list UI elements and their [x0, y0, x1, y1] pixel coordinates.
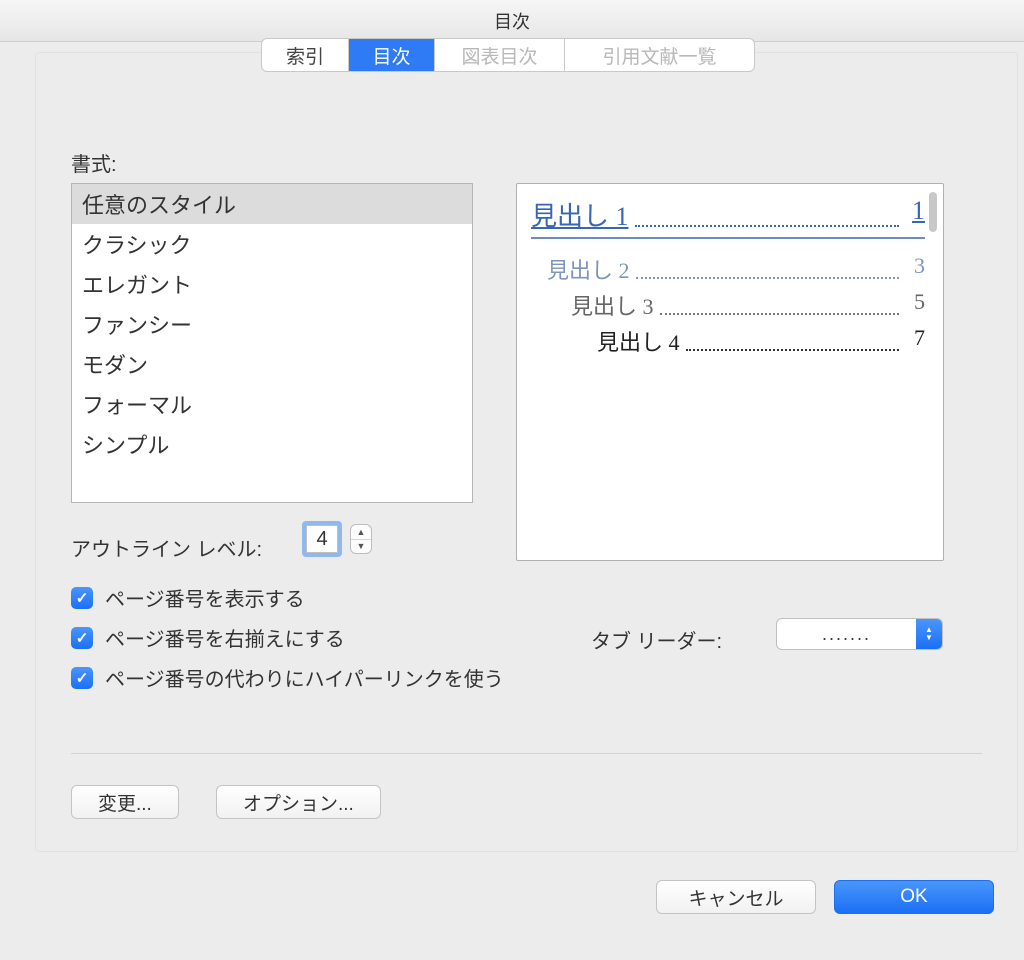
check-icon: ✓: [71, 627, 93, 649]
options-button[interactable]: オプション...: [216, 785, 381, 819]
tab-toc[interactable]: 目次: [348, 39, 434, 71]
format-item-custom[interactable]: 任意のスタイル: [72, 184, 472, 224]
leader-dots: [686, 325, 899, 351]
dialog-panel: 索引 目次 図表目次 引用文献一覧 書式: 任意のスタイル クラシック エレガン…: [35, 52, 1018, 852]
check-icon: ✓: [71, 667, 93, 689]
checkbox-use-hyperlinks[interactable]: ✓ ページ番号の代わりにハイパーリンクを使う: [71, 663, 504, 692]
format-item-classic[interactable]: クラシック: [72, 224, 472, 264]
outline-level-stepper: 4 ▲ ▼: [302, 521, 372, 557]
outline-level-input[interactable]: 4: [302, 521, 342, 557]
leader-dots: [636, 253, 899, 279]
footer-buttons: キャンセル OK: [656, 880, 994, 914]
toc-entry-4: 見出し 4 7: [517, 323, 943, 359]
stepper-buttons: ▲ ▼: [350, 524, 372, 554]
tab-leader-label: タブ リーダー:: [591, 625, 722, 654]
window-title: 目次: [494, 8, 530, 34]
preview-scrollbar[interactable]: [929, 192, 937, 232]
stepper-down-icon[interactable]: ▼: [351, 540, 371, 554]
window-titlebar: 目次: [0, 0, 1024, 42]
toc-entry-1: 見出し 1 1: [517, 194, 943, 235]
tab-figures[interactable]: 図表目次: [434, 39, 564, 71]
outline-level-label: アウトライン レベル:: [71, 533, 262, 562]
leader-dots: [635, 196, 899, 227]
tab-leader-dropdown[interactable]: ....... ▲▼: [776, 618, 943, 650]
format-item-elegant[interactable]: エレガント: [72, 264, 472, 304]
checkbox-show-page-numbers[interactable]: ✓ ページ番号を表示する: [71, 583, 305, 612]
toc-entry-3: 見出し 3 5: [517, 287, 943, 323]
cancel-button[interactable]: キャンセル: [656, 880, 816, 914]
format-list[interactable]: 任意のスタイル クラシック エレガント ファンシー モダン フォーマル シンプル: [71, 183, 473, 503]
tab-authorities[interactable]: 引用文献一覧: [564, 39, 754, 71]
format-item-modern[interactable]: モダン: [72, 344, 472, 384]
tab-leader-value: .......: [777, 624, 916, 645]
ok-button[interactable]: OK: [834, 880, 994, 914]
leader-dots: [660, 289, 899, 315]
format-item-fancy[interactable]: ファンシー: [72, 304, 472, 344]
format-item-formal[interactable]: フォーマル: [72, 384, 472, 424]
preview-pane: 見出し 1 1 見出し 2 3 見出し 3 5 見出し 4 7: [516, 183, 944, 561]
tab-segmented-control: 索引 目次 図表目次 引用文献一覧: [261, 38, 755, 72]
separator: [71, 753, 982, 754]
toc-underline: [531, 237, 925, 239]
change-button[interactable]: 変更...: [71, 785, 179, 819]
toc-entry-2: 見出し 2 3: [517, 251, 943, 287]
tab-index[interactable]: 索引: [262, 39, 348, 71]
check-icon: ✓: [71, 587, 93, 609]
checkbox-right-align-page-numbers[interactable]: ✓ ページ番号を右揃えにする: [71, 623, 345, 652]
format-item-simple[interactable]: シンプル: [72, 424, 472, 464]
stepper-up-icon[interactable]: ▲: [351, 525, 371, 540]
dropdown-arrows-icon: ▲▼: [916, 619, 942, 649]
format-label: 書式:: [71, 148, 117, 177]
